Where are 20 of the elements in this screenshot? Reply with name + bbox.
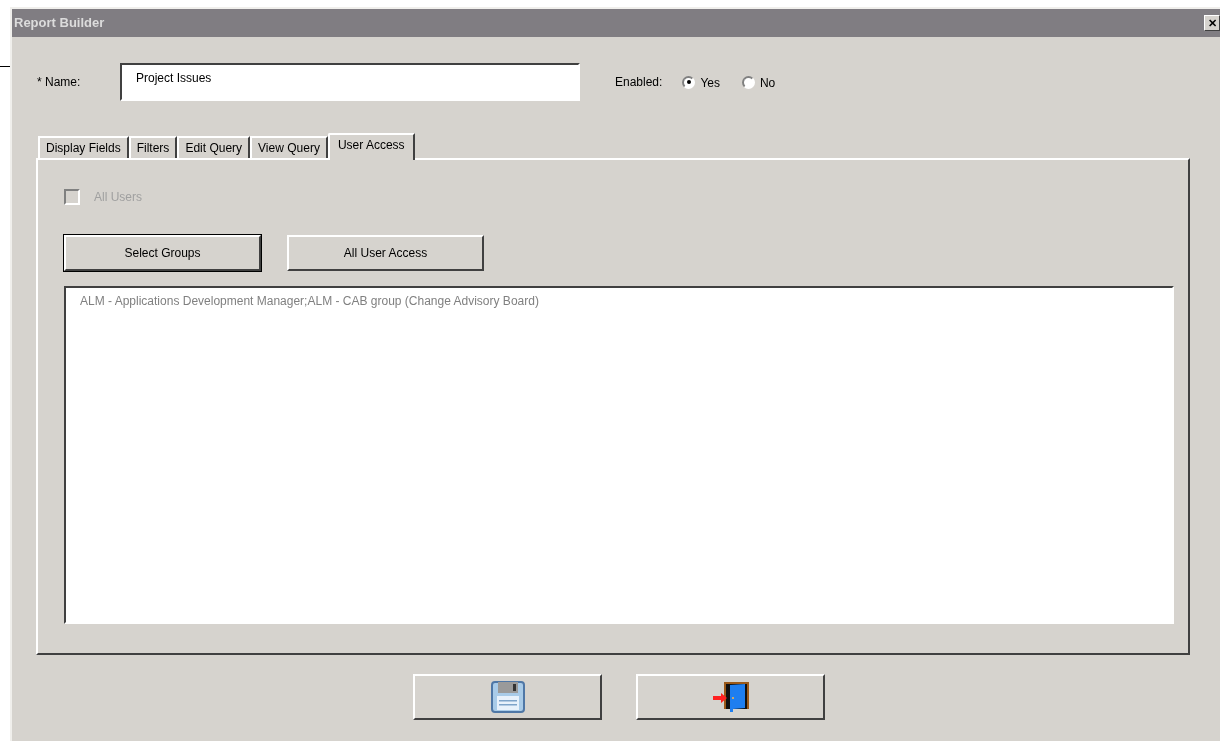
exit-button[interactable]	[636, 674, 825, 720]
tab[interactable]: View Query	[250, 136, 328, 158]
door-exit-icon	[712, 681, 749, 713]
save-button[interactable]	[413, 674, 602, 720]
tab[interactable]: User Access	[327, 133, 415, 160]
field-label: Enabled:	[615, 74, 663, 91]
action-button[interactable]: Select Groups	[64, 235, 261, 271]
close-button[interactable]: ✕	[1204, 15, 1220, 31]
radio-button[interactable]	[682, 75, 696, 89]
field-label: * Name:	[37, 74, 82, 91]
radio-label: Yes	[700, 75, 720, 92]
window-title: Report Builder	[14, 14, 105, 33]
tab[interactable]: Filters	[128, 136, 178, 158]
radio-button[interactable]	[741, 75, 755, 89]
tab[interactable]: Edit Query	[177, 136, 251, 158]
tab[interactable]: Display Fields	[38, 136, 129, 158]
name-field[interactable]: Project Issues	[120, 63, 580, 101]
groups-text-area[interactable]: ALM - Applications Development Manager;ALM - CAB group (Change Advisory Board)	[64, 286, 1174, 624]
radio-label: No	[759, 75, 776, 92]
action-button[interactable]: All User Access	[287, 235, 484, 271]
